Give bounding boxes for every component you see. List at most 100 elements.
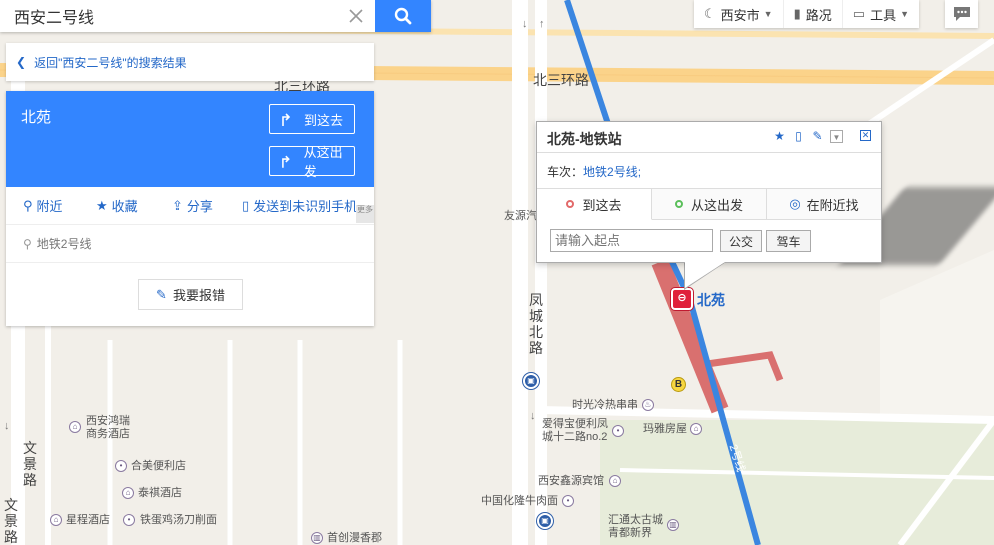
poi-tiedan[interactable]: 铁蛋鸡汤刀削面 bbox=[140, 514, 217, 527]
place-line-info: ⚲ 地铁2号线 bbox=[6, 225, 374, 263]
send-to-phone-label: 发送到未识别手机 bbox=[253, 199, 358, 214]
share-button[interactable]: ⇪ 分享 bbox=[172, 196, 213, 215]
search-nearby-icon: ◎ bbox=[789, 196, 801, 211]
message-button[interactable] bbox=[945, 0, 978, 28]
back-to-results-label: 返回"西安二号线"的搜索结果 bbox=[34, 55, 187, 70]
tab-from-here-label: 从这出发 bbox=[690, 197, 743, 213]
store-icon[interactable]: • bbox=[612, 425, 624, 437]
info-window-title: 北苑-地铁站 bbox=[547, 131, 622, 147]
restaurant-icon[interactable]: • bbox=[123, 514, 135, 526]
favorite-button[interactable]: ★ 收藏 bbox=[96, 196, 138, 215]
divider bbox=[537, 152, 881, 153]
search-bar bbox=[0, 0, 431, 32]
metro-station-icon[interactable]: ⊖ bbox=[671, 288, 693, 310]
search-icon bbox=[394, 7, 412, 25]
dropdown-icon[interactable]: ▼ bbox=[830, 130, 843, 143]
poi-xian-hongrui-2[interactable]: 商务酒店 bbox=[86, 428, 130, 441]
road-direction-arrow: ↓ bbox=[4, 420, 10, 432]
bus-stop-icon[interactable]: ▣ bbox=[523, 373, 539, 389]
more-tag[interactable]: 更多 bbox=[356, 205, 374, 223]
store-icon[interactable]: • bbox=[115, 460, 127, 472]
route-arrow-icon bbox=[282, 113, 291, 126]
tools-menu[interactable]: ▭ 工具 ▼ bbox=[843, 0, 919, 28]
location-pin-icon: ⚲ bbox=[23, 236, 32, 251]
poi-huitong-2[interactable]: 青都新界 bbox=[608, 527, 652, 540]
traffic-label: 路况 bbox=[805, 7, 832, 23]
restaurant-icon[interactable]: ♨ bbox=[642, 399, 654, 411]
line-link[interactable]: 地铁2号线; bbox=[583, 165, 641, 179]
tab-from-here[interactable]: 从这出发 bbox=[652, 189, 767, 219]
poi-xingcheng[interactable]: 星程酒店 bbox=[66, 514, 110, 527]
place-line-label: 地铁2号线 bbox=[36, 237, 92, 251]
star-icon[interactable]: ★ bbox=[773, 130, 786, 143]
poi-aidebao-2[interactable]: 城十二路no.2 bbox=[542, 431, 607, 444]
edit-icon[interactable]: ✎ bbox=[811, 130, 824, 143]
poi-xian-hongrui[interactable]: 西安鸿瑞 bbox=[86, 415, 130, 428]
traffic-button[interactable]: ▮ 路况 bbox=[784, 0, 843, 28]
poi-hemei[interactable]: 合美便利店 bbox=[131, 460, 186, 473]
clear-search-button[interactable] bbox=[337, 0, 375, 32]
search-button[interactable] bbox=[375, 0, 431, 32]
place-actions: ⚲ 附近 ★ 收藏 ⇪ 分享 ▯ 发送到未识别手机 更多 bbox=[6, 187, 374, 225]
station-exit-b-icon[interactable]: B bbox=[671, 377, 686, 392]
from-here-label: 从这出发 bbox=[303, 145, 343, 179]
nearby-label: 附近 bbox=[36, 199, 63, 214]
chevron-left-icon: ❮ bbox=[16, 55, 27, 69]
search-input[interactable] bbox=[0, 0, 337, 32]
real-estate-icon[interactable]: ⌂ bbox=[690, 423, 702, 435]
metro-station-name[interactable]: 北苑 bbox=[697, 290, 725, 310]
poi-huitong[interactable]: 汇通太古城 bbox=[608, 514, 663, 527]
report-error-button[interactable]: ✎ 我要报错 bbox=[138, 279, 243, 310]
phone-icon[interactable]: ▯ bbox=[792, 130, 805, 143]
bus-route-button[interactable]: 公交 bbox=[720, 230, 762, 252]
place-card-header: 北苑 到这去 从这出发 bbox=[6, 91, 374, 187]
hotel-icon[interactable]: ⌂ bbox=[50, 514, 62, 526]
poi-shiguang[interactable]: 时光冷热串串 bbox=[572, 399, 638, 412]
start-point-input[interactable] bbox=[550, 229, 713, 252]
edit-icon: ✎ bbox=[156, 286, 167, 302]
bus-stop-icon[interactable]: ▣ bbox=[537, 513, 553, 529]
road-label-fengcheng-north: 凤城北路 bbox=[529, 292, 543, 356]
report-error-label: 我要报错 bbox=[172, 288, 225, 303]
chevron-down-icon: ▼ bbox=[763, 9, 773, 19]
place-title: 北苑 bbox=[21, 109, 52, 126]
residential-icon[interactable]: ▥ bbox=[667, 519, 679, 531]
route-arrow-icon bbox=[282, 155, 290, 168]
tab-search-nearby[interactable]: ◎ 在附近找 bbox=[767, 189, 881, 219]
tab-go-here-label: 到这去 bbox=[582, 197, 622, 213]
restaurant-icon[interactable]: • bbox=[562, 495, 574, 507]
poi-youyuan[interactable]: 友源汽 bbox=[504, 210, 537, 223]
road-direction-arrow: ↓ bbox=[522, 18, 528, 30]
close-icon[interactable]: ✕ bbox=[860, 130, 871, 141]
poi-aidebao[interactable]: 爱得宝便利凤 bbox=[542, 418, 608, 431]
destination-dot-icon bbox=[566, 200, 575, 208]
poi-shouchuang[interactable]: 首创漫香郡 bbox=[327, 532, 382, 545]
poi-zhonghua[interactable]: 中国化隆牛肉面 bbox=[481, 495, 558, 508]
poi-xinyuan[interactable]: 西安鑫源宾馆 bbox=[538, 475, 604, 488]
send-to-phone-button[interactable]: ▯ 发送到未识别手机 bbox=[242, 196, 357, 215]
hotel-icon[interactable]: ⌂ bbox=[122, 487, 134, 499]
info-window: 北苑-地铁站 ★ ▯ ✎ ▼ ✕ 车次：地铁2号线; 到这去 从这出发 ◎ 在附… bbox=[536, 121, 882, 263]
tab-go-here[interactable]: 到这去 bbox=[537, 189, 652, 220]
poi-taiqi[interactable]: 泰祺酒店 bbox=[138, 487, 182, 500]
drive-route-button[interactable]: 驾车 bbox=[766, 230, 811, 252]
go-here-button[interactable]: 到这去 bbox=[269, 104, 355, 134]
phone-icon: ▯ bbox=[242, 197, 250, 213]
close-icon bbox=[349, 9, 363, 23]
hotel-icon[interactable]: ⌂ bbox=[609, 475, 621, 487]
nearby-button[interactable]: ⚲ 附近 bbox=[23, 196, 63, 215]
share-icon: ⇪ bbox=[172, 197, 183, 213]
residential-icon[interactable]: ▥ bbox=[311, 532, 323, 544]
poi-maya[interactable]: 玛雅房屋 bbox=[643, 423, 687, 436]
info-window-tabs: 到这去 从这出发 ◎ 在附近找 bbox=[537, 188, 881, 220]
star-icon: ★ bbox=[96, 197, 108, 213]
from-here-button[interactable]: 从这出发 bbox=[269, 145, 355, 179]
chat-bubble-icon bbox=[953, 7, 970, 21]
city-selector[interactable]: ☾ 西安市 ▼ bbox=[694, 0, 784, 28]
map-toolbar: ☾ 西安市 ▼ ▮ 路况 ▭ 工具 ▼ bbox=[694, 0, 919, 28]
info-window-pointer bbox=[685, 262, 725, 288]
tab-search-nearby-label: 在附近找 bbox=[806, 197, 859, 213]
info-window-line: 车次：地铁2号线; bbox=[547, 163, 641, 180]
back-to-results-link[interactable]: ❮ 返回"西安二号线"的搜索结果 bbox=[6, 43, 374, 81]
hotel-icon[interactable]: ⌂ bbox=[69, 421, 81, 433]
